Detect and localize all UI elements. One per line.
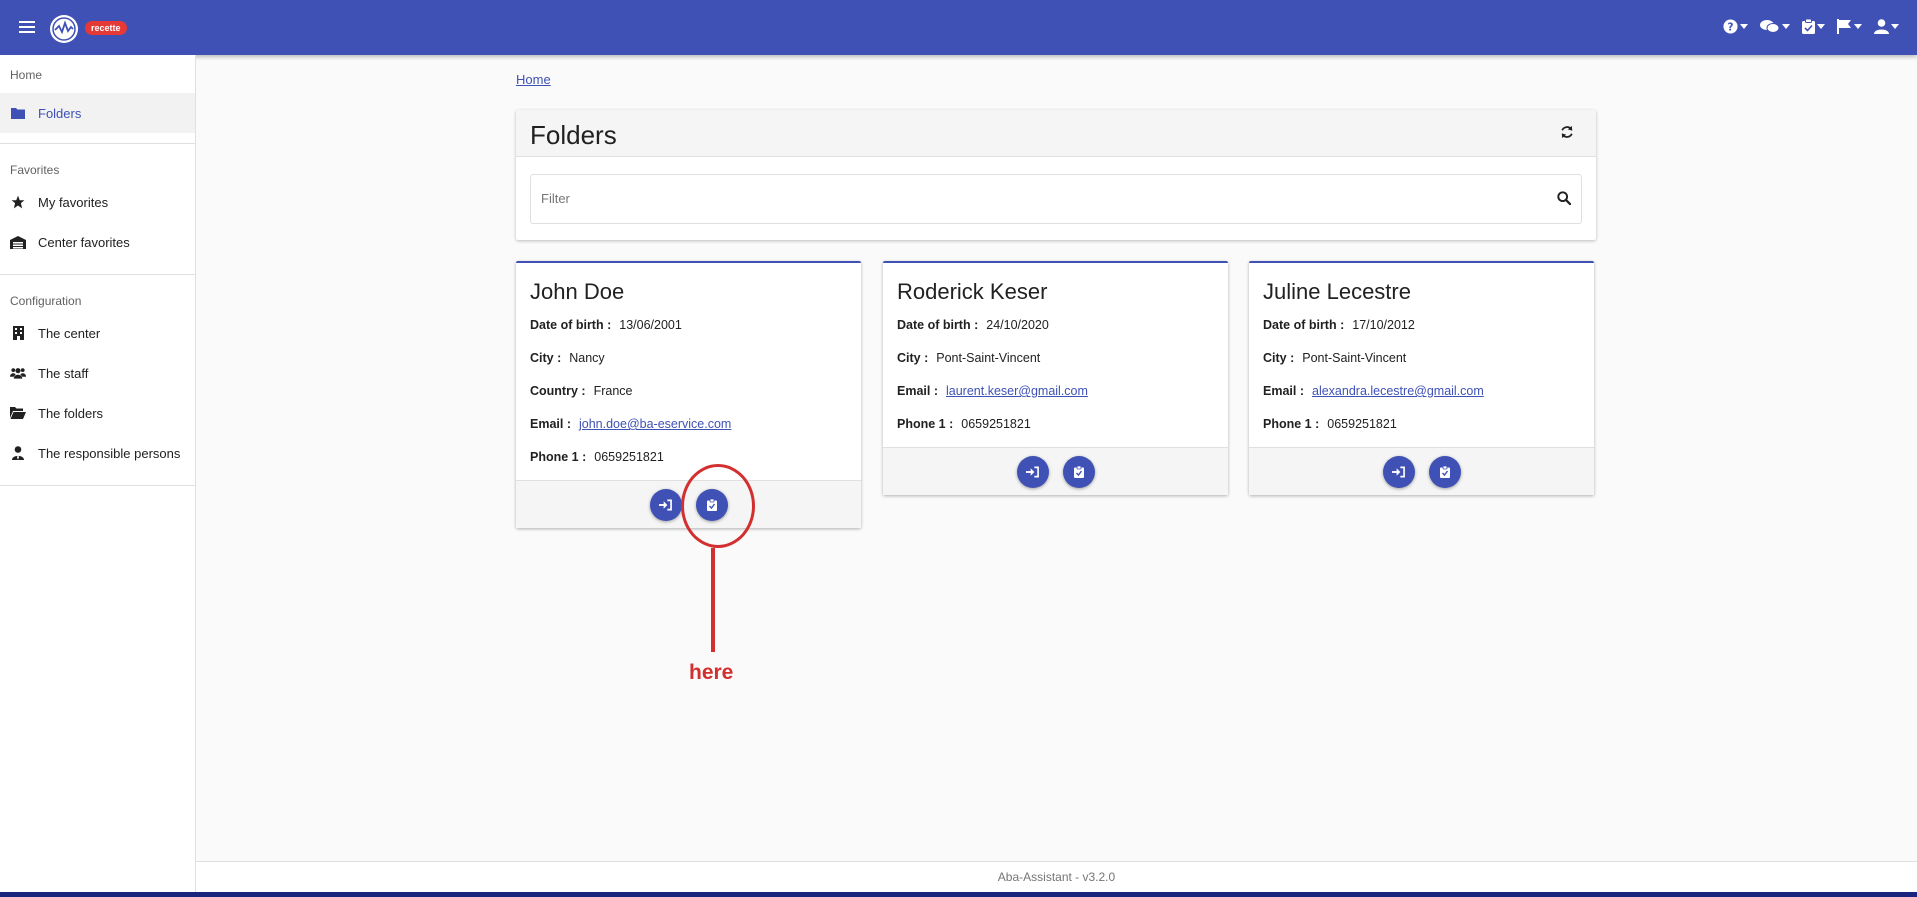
sidebar-item-label: The responsible persons [38,445,181,461]
annotation-circle [681,464,755,548]
sidebar-item-folders[interactable]: Folders [0,93,195,133]
sidebar-item-the-center[interactable]: The center [0,313,195,353]
panel-header: Folders [516,110,1596,157]
chat-menu[interactable] [1760,19,1790,34]
menu-icon[interactable] [19,18,35,36]
card-name: John Doe [530,279,625,304]
sidebar-item-the-responsible-persons[interactable]: The responsible persons [0,433,195,473]
card-field-email: Email : laurent.keser@gmail.com [897,384,1088,398]
sign-in-icon [1392,466,1405,477]
email-link[interactable]: laurent.keser@gmail.com [946,384,1088,398]
card-field-dob: Date of birth :17/10/2012 [1263,318,1415,332]
app-footer: Aba-Assistant - v3.2.0 [196,861,1917,893]
page-title: Folders [530,120,617,150]
help-menu[interactable]: ? [1723,19,1748,34]
card-name: Roderick Keser [897,279,1048,304]
card-actions [1249,447,1594,495]
clipboard-button[interactable] [1062,455,1095,488]
sidebar-item-label: The folders [38,405,104,421]
flag-menu[interactable] [1837,19,1862,34]
flag-icon [1837,19,1851,34]
email-link[interactable]: john.doe@ba-eservice.com [579,417,731,431]
card-field-city: City : Nancy [530,351,605,365]
clipboard-check-icon [1073,465,1084,478]
card-field-email: Email : john.doe@ba-eservice.com [530,417,732,431]
card-field-email: Email : alexandra.lecestre@gmail.com [1263,384,1484,398]
annotation-pointer-line [711,548,715,652]
top-app-bar: recette ? [0,0,1917,55]
chat-icon [1760,20,1780,33]
sidebar-section-configuration: Configuration [10,294,82,308]
svg-text:?: ? [1728,21,1734,33]
search-icon[interactable] [1557,191,1572,210]
sidebar-item-the-folders[interactable]: The folders [0,393,195,433]
sidebar-item-label: The center [38,325,101,341]
sidebar-divider [0,485,195,486]
star-icon [10,194,26,210]
refresh-icon [1561,125,1573,139]
folder-card-roderick-keser: Roderick Keser Date of birth :24/10/2020… [883,261,1228,495]
bottom-border [0,892,1917,897]
user-menu[interactable] [1874,19,1899,34]
card-field-country: Country : France [530,384,633,398]
open-folder-button[interactable] [1382,455,1415,488]
card-field-dob: Date of birth :13/06/2001 [530,318,682,332]
sidebar-item-label: Folders [38,105,82,121]
tasks-menu[interactable] [1802,19,1825,34]
card-field-dob: Date of birth :24/10/2020 [897,318,1049,332]
card-actions [883,447,1228,495]
open-folder-button[interactable] [649,488,682,521]
refresh-button[interactable] [1560,125,1574,144]
email-link[interactable]: alexandra.lecestre@gmail.com [1312,384,1484,398]
card-field-phone: Phone 1 :0659251821 [1263,417,1397,431]
folder-card-juline-lecestre: Juline Lecestre Date of birth :17/10/201… [1249,261,1594,495]
sidebar-item-the-staff[interactable]: The staff [0,353,195,393]
card-name: Juline Lecestre [1263,279,1411,304]
filter-field[interactable] [530,174,1582,224]
environment-badge: recette [85,21,127,35]
sidebar-section-favorites: Favorites [10,163,60,177]
open-folder-button[interactable] [1016,455,1049,488]
card-field-city: City : Pont-Saint-Vincent [1263,351,1407,365]
card-field-phone: Phone 1 :0659251821 [897,417,1031,431]
building-icon [10,325,26,341]
warehouse-icon [10,234,26,250]
card-field-city: City : Pont-Saint-Vincent [897,351,1041,365]
sidebar-section-home: Home [10,68,43,82]
sign-in-icon [659,499,672,510]
clipboard-check-icon [1439,465,1450,478]
sidebar-item-label: Center favorites [38,234,130,250]
filter-input[interactable] [531,175,1531,221]
user-tie-icon [10,445,26,461]
folder-open-icon [10,405,26,421]
user-icon [1874,19,1889,34]
sidebar-item-center-favorites[interactable]: Center favorites [0,222,195,262]
help-icon: ? [1723,19,1738,34]
breadcrumb-home[interactable]: Home [516,72,551,87]
sidebar: Home Folders Favorites My favorites Cent… [0,55,196,897]
app-logo[interactable] [50,15,78,43]
clipboard-button[interactable] [1428,455,1461,488]
sign-in-icon [1026,466,1039,477]
folder-icon [10,105,26,121]
sidebar-item-my-favorites[interactable]: My favorites [0,182,195,222]
annotation-label: here [689,661,734,684]
users-icon [10,365,26,381]
sidebar-item-label: The staff [38,365,89,381]
clipboard-icon [1802,19,1815,34]
folders-panel: Folders [516,110,1596,240]
sidebar-item-label: My favorites [38,194,109,210]
card-field-phone: Phone 1 :0659251821 [530,450,664,464]
